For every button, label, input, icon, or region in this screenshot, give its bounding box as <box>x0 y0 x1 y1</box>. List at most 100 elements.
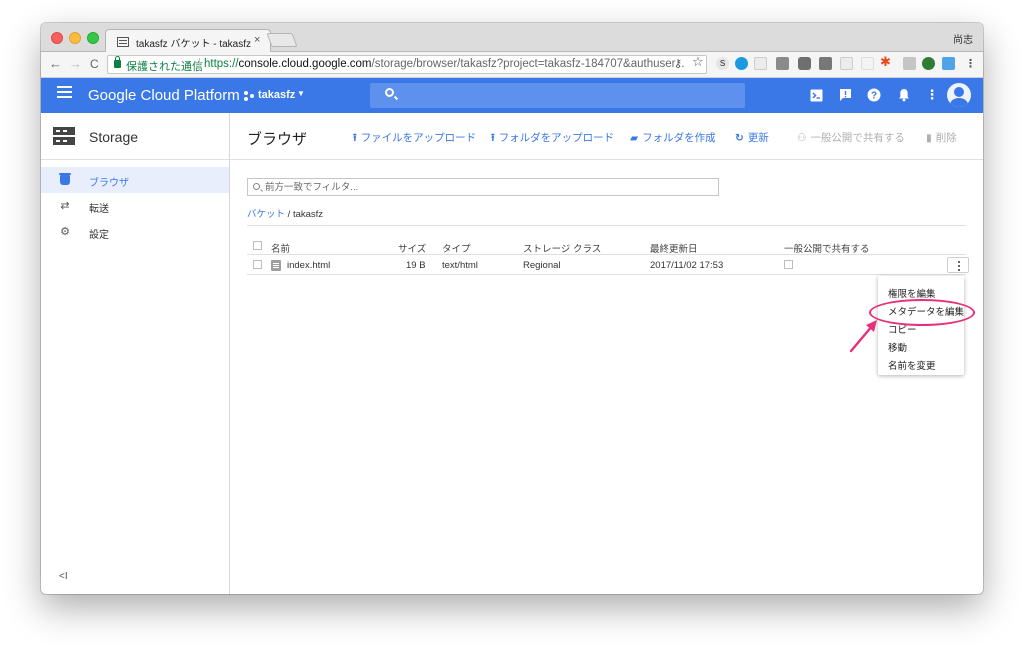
url-host: console.cloud.google.com <box>238 58 372 70</box>
sidebar-item-browser[interactable]: ブラウザ <box>41 167 229 193</box>
window-close-button[interactable] <box>51 32 63 44</box>
refresh-button[interactable]: ↻ 更新 <box>735 130 769 145</box>
delete-label: 削除 <box>935 132 957 144</box>
help-icon[interactable]: ? <box>866 87 882 103</box>
chrome-menu-icon[interactable]: ⋮ <box>965 57 976 71</box>
toolbar: ブラウザ ⭱ ファイルをアップロード ⭱ フォルダをアップロード ▰ フォルダを作成 … <box>230 113 983 160</box>
key-icon[interactable]: ⚷ <box>674 57 682 71</box>
evernote-icon[interactable] <box>922 57 935 70</box>
row-more-menu-button[interactable] <box>947 257 969 273</box>
gcp-header: Google Cloud Platform takasfz ▼ ? ⋮ <box>41 78 983 113</box>
sidebar-item-transfer[interactable]: ⇄ 転送 <box>41 193 229 219</box>
table-row[interactable]: index.html 19 B text/html Regional 2017/… <box>247 255 969 275</box>
window-minimize-button[interactable] <box>69 32 81 44</box>
sidebar-item-label: ブラウザ <box>89 178 129 189</box>
refresh-label: 更新 <box>747 132 769 144</box>
highlight-ellipse <box>869 299 975 326</box>
filter-input[interactable] <box>265 180 705 194</box>
storage-favicon-icon <box>117 37 129 47</box>
omnibox[interactable]: 保護された通信 https://console.cloud.google.com… <box>107 55 707 74</box>
menu-item-move[interactable]: 移動 <box>888 340 907 354</box>
upload-folder-label: フォルダをアップロード <box>498 132 615 144</box>
search-icon <box>253 183 260 190</box>
file-size: 19 B <box>406 260 426 271</box>
delete-button[interactable]: ▮ 削除 <box>926 130 957 145</box>
column-header-name[interactable]: 名前 <box>271 241 290 255</box>
column-header-type[interactable]: タイプ <box>442 241 471 255</box>
share-publicly-button[interactable]: ⚇ 一般公開で共有する <box>797 130 905 145</box>
url-text[interactable]: https://console.cloud.google.com/storage… <box>204 58 684 70</box>
upload-folder-button[interactable]: ⭱ フォルダをアップロード <box>491 130 614 148</box>
extension-s-icon[interactable]: S <box>716 57 729 70</box>
table-header-row: 名前 サイズ タイプ ストレージ クラス 最終更新日 一般公開で共有する <box>247 236 966 255</box>
more-vert-icon[interactable]: ⋮ <box>924 87 940 103</box>
forward-button[interactable]: → <box>69 56 82 71</box>
column-header-public: 一般公開で共有する <box>784 244 870 255</box>
notifications-bell-icon[interactable] <box>896 87 912 103</box>
back-button[interactable]: ← <box>49 56 62 71</box>
public-share-checkbox[interactable] <box>784 260 793 269</box>
extension-blue-icon[interactable] <box>735 57 748 70</box>
trash-icon: ▮ <box>926 132 932 144</box>
search-input[interactable] <box>370 83 745 108</box>
extension-gray-icon[interactable] <box>776 57 789 70</box>
breadcrumb: バケット / takasfz <box>247 206 323 220</box>
transfer-icon: ⇄ <box>60 200 70 212</box>
extension-doc-icon[interactable] <box>819 57 832 70</box>
reload-button[interactable]: C <box>90 57 99 71</box>
svg-text:?: ? <box>871 91 877 102</box>
gear-icon: ⚙ <box>60 226 70 238</box>
profile-name[interactable]: 尚志 <box>953 31 973 46</box>
tab-title: takasfz バケット - takasfz <box>136 39 252 50</box>
gcp-title[interactable]: Google Cloud Platform <box>88 87 240 104</box>
browser-tab[interactable]: takasfz バケット - takasfz × <box>105 29 271 53</box>
menu-item-rename[interactable]: 名前を変更 <box>888 358 936 372</box>
breadcrumb-separator: / <box>287 209 291 220</box>
select-all-checkbox[interactable] <box>253 241 262 250</box>
column-header-size[interactable]: サイズ <box>398 241 426 255</box>
file-name-link[interactable]: index.html <box>287 260 330 271</box>
row-checkbox[interactable] <box>253 260 262 269</box>
annotation-arrow-icon <box>849 320 877 353</box>
sidebar-item-settings[interactable]: ⚙ 設定 <box>41 219 229 245</box>
extension-triangle-icon[interactable] <box>861 57 874 70</box>
chevron-down-icon[interactable]: ▼ <box>297 89 305 98</box>
upload-icon: ⭱ <box>353 132 357 144</box>
sidebar-title: Storage <box>89 129 139 145</box>
extension-frame-icon[interactable] <box>903 57 916 70</box>
menu-item-edit-permissions[interactable]: 権限を編集 <box>888 286 936 300</box>
sidebar-item-label: 設定 <box>89 230 109 241</box>
tab-close-icon[interactable]: × <box>254 34 260 46</box>
add-folder-icon: ▰ <box>630 132 639 144</box>
avatar[interactable] <box>947 83 971 107</box>
bookmark-star-icon[interactable]: ☆ <box>692 55 704 69</box>
collapse-sidebar-button[interactable]: <I <box>59 571 68 582</box>
new-tab-button[interactable] <box>266 33 298 47</box>
sidebar: Storage ブラウザ ⇄ 転送 ⚙ 設定 <I <box>41 113 230 594</box>
window-maximize-button[interactable] <box>87 32 99 44</box>
pocket-icon[interactable] <box>798 57 811 70</box>
breadcrumb-current: takasfz <box>292 209 324 220</box>
extension-light-icon[interactable] <box>840 57 853 70</box>
people-icon: ⚇ <box>797 132 807 144</box>
lock-icon <box>114 56 121 68</box>
refresh-icon: ↻ <box>735 132 744 144</box>
project-selector[interactable]: takasfz <box>258 89 295 101</box>
bucket-icon <box>59 173 71 185</box>
extension-screen-icon[interactable] <box>942 57 955 70</box>
secure-label: 保護された通信 <box>126 61 203 73</box>
file-storage-class: Regional <box>523 260 561 271</box>
hamburger-menu-icon[interactable] <box>57 91 72 93</box>
alert-icon[interactable] <box>837 87 853 103</box>
column-header-updated[interactable]: 最終更新日 <box>650 241 698 255</box>
create-folder-button[interactable]: ▰ フォルダを作成 <box>630 130 716 145</box>
column-header-storage-class[interactable]: ストレージ クラス <box>523 241 601 255</box>
breadcrumb-buckets-link[interactable]: バケット <box>247 209 285 220</box>
extension-star-icon[interactable]: ✱ <box>880 55 891 69</box>
extension-fonts-icon[interactable] <box>754 57 767 70</box>
cloud-shell-icon[interactable] <box>808 87 824 103</box>
upload-files-button[interactable]: ⭱ ファイルをアップロード <box>353 130 476 148</box>
filter-box[interactable] <box>247 178 719 196</box>
file-type: text/html <box>442 260 478 271</box>
project-icon <box>244 91 254 101</box>
